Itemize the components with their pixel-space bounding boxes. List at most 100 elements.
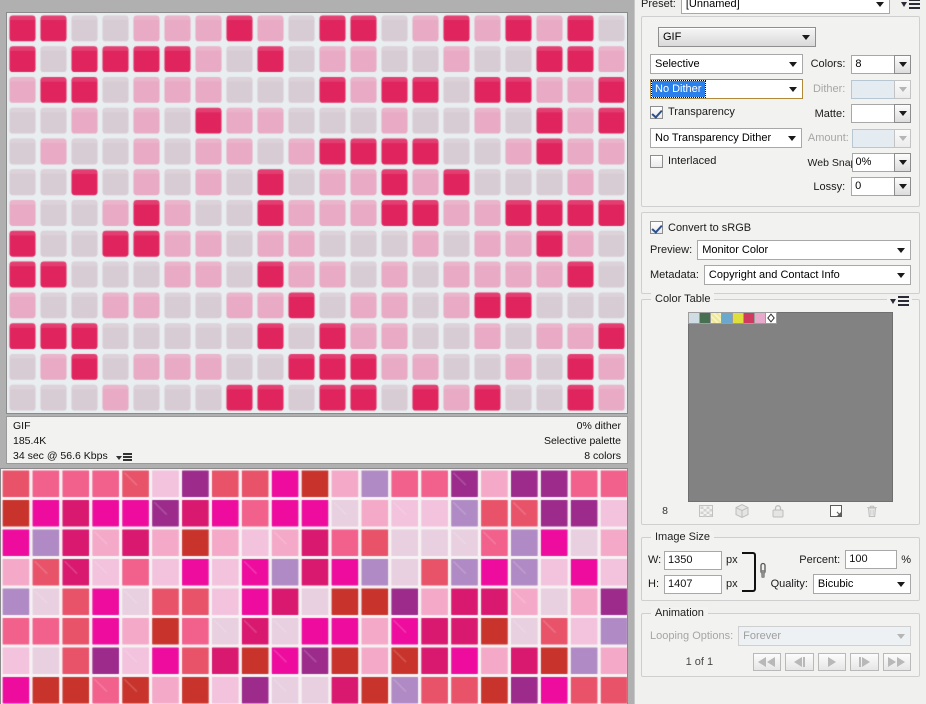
chevron-down-icon (897, 273, 905, 278)
lossy-combobox[interactable]: 0 (851, 177, 911, 196)
fast-forward-icon (888, 657, 897, 667)
quality-value: Bicubic (817, 578, 854, 590)
frame-counter: 1 of 1 (685, 656, 714, 668)
convert-to-srgb-checkbox[interactable]: Convert to sRGB (650, 221, 751, 234)
height-unit: px (726, 578, 738, 590)
chevron-down-icon (788, 87, 797, 92)
next-frame-button[interactable] (850, 653, 879, 671)
percent-input[interactable]: 100 (845, 550, 898, 569)
color-management-group: Convert to sRGB Preview: Monitor Color M… (641, 212, 920, 294)
file-format-value: GIF (663, 31, 682, 43)
lossy-dropdown-button[interactable] (894, 177, 911, 196)
first-frame-button[interactable] (752, 653, 782, 671)
chevron-down-icon (898, 135, 907, 141)
chevron-down-icon (898, 111, 907, 116)
dither-amount-value (851, 79, 894, 99)
chevron-down-icon (897, 634, 905, 639)
web-snap-combobox[interactable]: 0% (851, 153, 911, 172)
matte-dropdown-button[interactable] (894, 104, 911, 123)
lock-color-icon[interactable] (770, 503, 786, 519)
transparency-label: Transparency (668, 106, 735, 118)
matte-label: Matte: (814, 107, 846, 120)
preview-flyout-menu-icon[interactable] (115, 453, 132, 462)
image-size-title: Image Size (651, 531, 715, 543)
height-input[interactable]: 1407 (664, 574, 722, 594)
next-icon (861, 657, 870, 667)
percent-unit: % (901, 553, 911, 566)
checkmark-icon (650, 221, 663, 234)
reduction-algorithm-dropdown[interactable]: Selective (650, 54, 803, 74)
new-color-icon[interactable] (828, 503, 844, 519)
optimized-info-bar: GIF 0% dither 185.4K Selective palette 3… (6, 416, 628, 464)
info-format: GIF (13, 420, 31, 432)
hamburger-icon (898, 296, 909, 306)
color-table-flyout-menu-icon[interactable] (887, 296, 912, 306)
looping-options-value: Forever (743, 630, 782, 642)
constrain-proportions-icon[interactable] (757, 561, 769, 584)
delete-color-icon[interactable] (864, 503, 880, 519)
lossy-label: Lossy: (813, 180, 846, 193)
chevron-down-icon (898, 160, 907, 165)
matte-value (851, 104, 894, 123)
transparency-dither-dropdown[interactable]: No Transparency Dither (650, 128, 802, 148)
looping-options-dropdown: Forever (738, 626, 911, 646)
chevron-down-icon (897, 248, 905, 253)
transparency-checkbox[interactable]: Transparency (650, 105, 735, 119)
color-table-group: Color Table 8 (641, 293, 920, 525)
play-icon (827, 657, 836, 667)
looping-options-label: Looping Options: (650, 630, 734, 642)
last-frame-button[interactable] (882, 653, 912, 671)
colors-combobox[interactable]: 8 (851, 54, 911, 74)
animation-title: Animation (651, 607, 708, 619)
transparency-icon[interactable] (698, 503, 714, 519)
original-preview[interactable] (0, 468, 628, 704)
image-size-group: Image Size W: 1350 px H: 1407 px Percent… (641, 531, 920, 601)
width-label: W: (648, 554, 662, 566)
triangle-icon (901, 1, 907, 7)
percent-label: Percent: (799, 553, 841, 566)
rewind-icon (758, 657, 767, 667)
width-input[interactable]: 1350 (664, 550, 722, 570)
dither-algorithm-dropdown[interactable]: No Dither (650, 79, 803, 99)
file-format-dropdown[interactable]: GIF (658, 27, 816, 47)
color-count: 8 (662, 505, 668, 517)
web-snap-label: Web Snap: (807, 156, 860, 169)
preset-label: Preset: (641, 0, 676, 10)
color-table-canvas[interactable] (688, 312, 893, 502)
previous-frame-button[interactable] (785, 653, 814, 671)
web-safe-cube-icon[interactable] (734, 503, 750, 519)
info-dither: 0% dither (576, 420, 621, 432)
checkbox-icon (650, 154, 663, 168)
chevron-down-icon (898, 86, 907, 92)
checkmark-icon (650, 105, 663, 119)
interlaced-checkbox[interactable]: Interlaced (650, 154, 716, 168)
color-swatch-8[interactable] (765, 312, 777, 324)
convert-to-srgb-label: Convert to sRGB (668, 221, 752, 234)
matte-combobox[interactable] (851, 104, 911, 123)
colors-dropdown-button[interactable] (894, 54, 911, 74)
chevron-down-icon (876, 2, 884, 7)
web-snap-dropdown-button[interactable] (894, 153, 911, 172)
preview-profile-dropdown[interactable]: Monitor Color (697, 240, 911, 260)
quality-dropdown[interactable]: Bicubic (812, 574, 911, 594)
chevron-down-icon (897, 582, 905, 587)
save-for-web-dialog: GIF 0% dither 185.4K Selective palette 3… (0, 0, 926, 704)
optimized-preview[interactable] (6, 12, 628, 414)
preset-value: [Unnamed] (685, 0, 740, 10)
transparency-amount-dropdown-button (894, 128, 911, 148)
dither-amount-combobox (851, 79, 911, 99)
preview-column: GIF 0% dither 185.4K Selective palette 3… (0, 0, 634, 704)
play-button[interactable] (817, 653, 847, 671)
info-filesize: 185.4K (13, 435, 47, 447)
chevron-down-icon (898, 184, 907, 189)
optimization-settings-group: GIF Selective Colors: 8 No Dither Dither… (641, 16, 920, 207)
reduction-algorithm-value: Selective (655, 58, 700, 70)
hamburger-icon (122, 453, 132, 462)
metadata-dropdown[interactable]: Copyright and Contact Info (703, 265, 911, 285)
transparency-amount-combobox (851, 128, 911, 148)
width-unit: px (726, 554, 738, 566)
settings-flyout-menu-icon[interactable] (901, 0, 920, 9)
info-download-time: 34 sec @ 56.6 Kbps (13, 450, 108, 462)
preset-dropdown[interactable]: [Unnamed] (680, 0, 890, 14)
metadata-label: Metadata: (650, 269, 699, 281)
